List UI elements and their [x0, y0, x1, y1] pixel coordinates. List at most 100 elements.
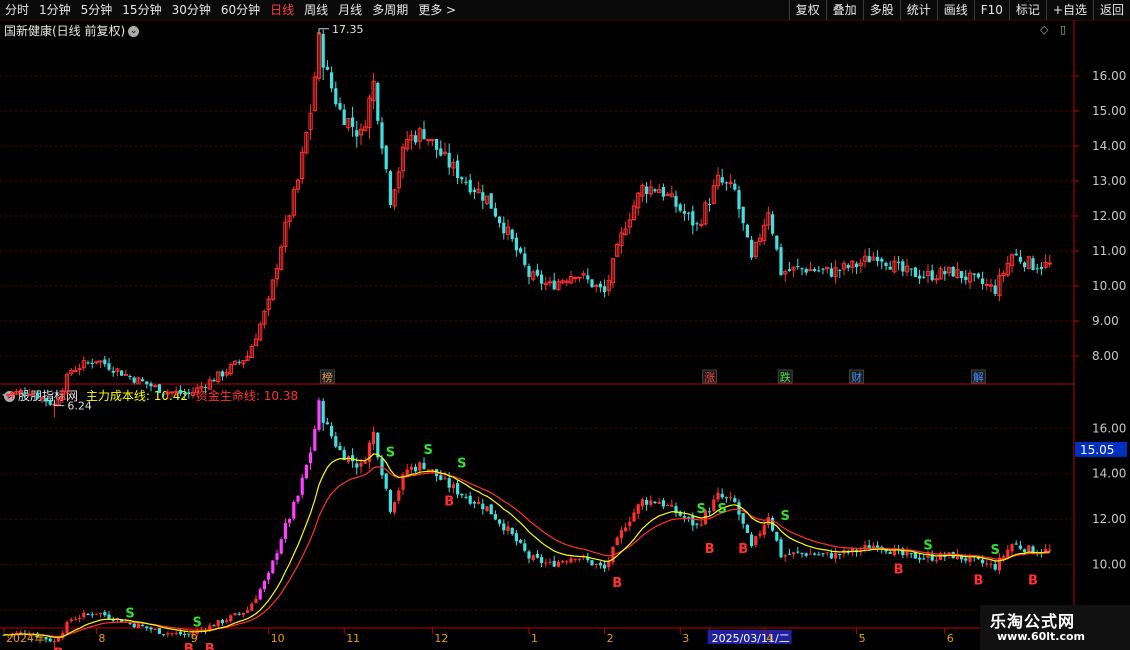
- candle-body: [838, 269, 842, 271]
- candle-body: [216, 371, 221, 382]
- candle-body: [817, 270, 821, 272]
- candle-body: [393, 502, 397, 513]
- toolbar-button[interactable]: 多股: [862, 0, 900, 20]
- chevron-down-icon[interactable]: ⌄: [4, 391, 15, 402]
- candle-body: [346, 455, 350, 462]
- candle-body: [61, 632, 65, 639]
- period-toolbar: 分时 1分钟 5分钟 15分钟 30分钟 60分钟 日线 周线 月线 多周期 更多 > 复权 叠加 多股…: [0, 0, 1130, 21]
- period-tab[interactable]: 60分钟: [216, 0, 265, 20]
- candle-body: [510, 229, 514, 240]
- candle-body: [901, 261, 905, 272]
- candle-body: [400, 146, 406, 172]
- candle-body: [250, 603, 254, 611]
- candle-body: [1044, 549, 1048, 553]
- candle-body: [296, 495, 300, 502]
- candle-body: [270, 279, 275, 300]
- candle-body: [493, 208, 497, 217]
- candle-body: [640, 184, 645, 197]
- candle-body: [371, 80, 376, 102]
- period-tab[interactable]: 周线: [299, 0, 333, 20]
- candle-body: [220, 371, 224, 377]
- panel-options-icon[interactable]: ▯: [1060, 23, 1066, 36]
- y-tick-label: 16.00: [1092, 69, 1126, 83]
- candle-body: [800, 552, 804, 554]
- candle-body: [775, 235, 779, 250]
- sell-signal: S: [697, 502, 706, 517]
- candle-body: [57, 637, 61, 642]
- candle-body: [715, 174, 721, 187]
- candle-body: [867, 256, 871, 263]
- candle-body: [922, 276, 926, 278]
- candle-body: [241, 612, 245, 615]
- toolbar-button[interactable]: F10: [973, 0, 1009, 20]
- candle-body: [682, 211, 686, 214]
- candle-body: [505, 226, 511, 235]
- period-tab[interactable]: 多周期: [367, 0, 413, 20]
- candle-body: [645, 499, 649, 505]
- candle-body: [27, 634, 31, 636]
- period-tab[interactable]: 1分钟: [34, 0, 76, 20]
- candle-body: [603, 564, 607, 569]
- period-tab[interactable]: 15分钟: [117, 0, 166, 20]
- current-price-value: 15.05: [1080, 443, 1114, 457]
- candle-body: [666, 505, 670, 507]
- candle-body: [669, 193, 674, 198]
- candle-body: [648, 186, 653, 195]
- candle-body: [292, 501, 296, 519]
- candle-body: [1023, 262, 1027, 268]
- period-tab[interactable]: 日线: [265, 0, 299, 20]
- candle-body: [86, 613, 90, 615]
- toolbar-button[interactable]: 统计: [899, 0, 937, 20]
- candle-body: [628, 521, 632, 527]
- period-tab[interactable]: 月线: [333, 0, 367, 20]
- candle-body: [103, 612, 107, 616]
- toolbar-button[interactable]: 叠加: [825, 0, 863, 20]
- candle-body: [720, 177, 724, 183]
- candle-body: [527, 266, 531, 277]
- watermark-title: 乐淘公式网: [990, 612, 1076, 631]
- candle-body: [556, 561, 560, 567]
- candle-body: [304, 131, 309, 154]
- candle-body: [783, 555, 787, 557]
- candle-body: [964, 276, 968, 281]
- candle-body: [556, 281, 561, 291]
- candle-body: [266, 298, 271, 310]
- candle-body: [943, 554, 947, 557]
- period-tab[interactable]: 5分钟: [76, 0, 118, 20]
- candle-body: [586, 275, 590, 280]
- candle-body: [246, 610, 250, 613]
- toolbar-button[interactable]: 标记: [1008, 0, 1046, 20]
- candle-body: [232, 360, 238, 365]
- candle-body: [388, 171, 392, 205]
- candle-body: [649, 500, 653, 505]
- candle-body: [939, 553, 943, 560]
- candle-body: [934, 559, 938, 561]
- toolbar-button[interactable]: 画线: [936, 0, 974, 20]
- candle-body: [800, 268, 804, 270]
- diamond-icon[interactable]: ◇: [1040, 23, 1048, 36]
- candle-body: [309, 452, 313, 463]
- toolbar-button[interactable]: 复权: [788, 0, 826, 20]
- candle-body: [183, 633, 187, 635]
- candle-body: [355, 130, 359, 137]
- toolbar-button[interactable]: +自选: [1045, 0, 1093, 20]
- chevron-down-icon[interactable]: ⌄: [128, 26, 140, 37]
- candle-body: [435, 138, 439, 150]
- candle-body: [1006, 549, 1010, 558]
- candle-body: [834, 552, 838, 559]
- candle-body: [330, 72, 334, 89]
- toolbar-button[interactable]: 返回: [1092, 0, 1130, 20]
- candle-body: [787, 553, 791, 555]
- period-tab[interactable]: 30分钟: [167, 0, 216, 20]
- candle-body: [254, 598, 258, 604]
- candle-body: [464, 496, 468, 498]
- candle-body: [346, 118, 351, 129]
- stock-chart[interactable]: 8.009.0010.0011.0012.0013.0014.0015.0016…: [0, 0, 1130, 650]
- y-tick-label: 14.00: [1092, 467, 1126, 481]
- candle-body: [253, 338, 259, 347]
- buy-signal: B: [705, 542, 715, 557]
- period-tab[interactable]: 更多 >: [413, 0, 461, 20]
- period-tab[interactable]: 分时: [0, 0, 34, 20]
- current-price-tag: [1075, 441, 1127, 457]
- candle-body: [208, 625, 212, 632]
